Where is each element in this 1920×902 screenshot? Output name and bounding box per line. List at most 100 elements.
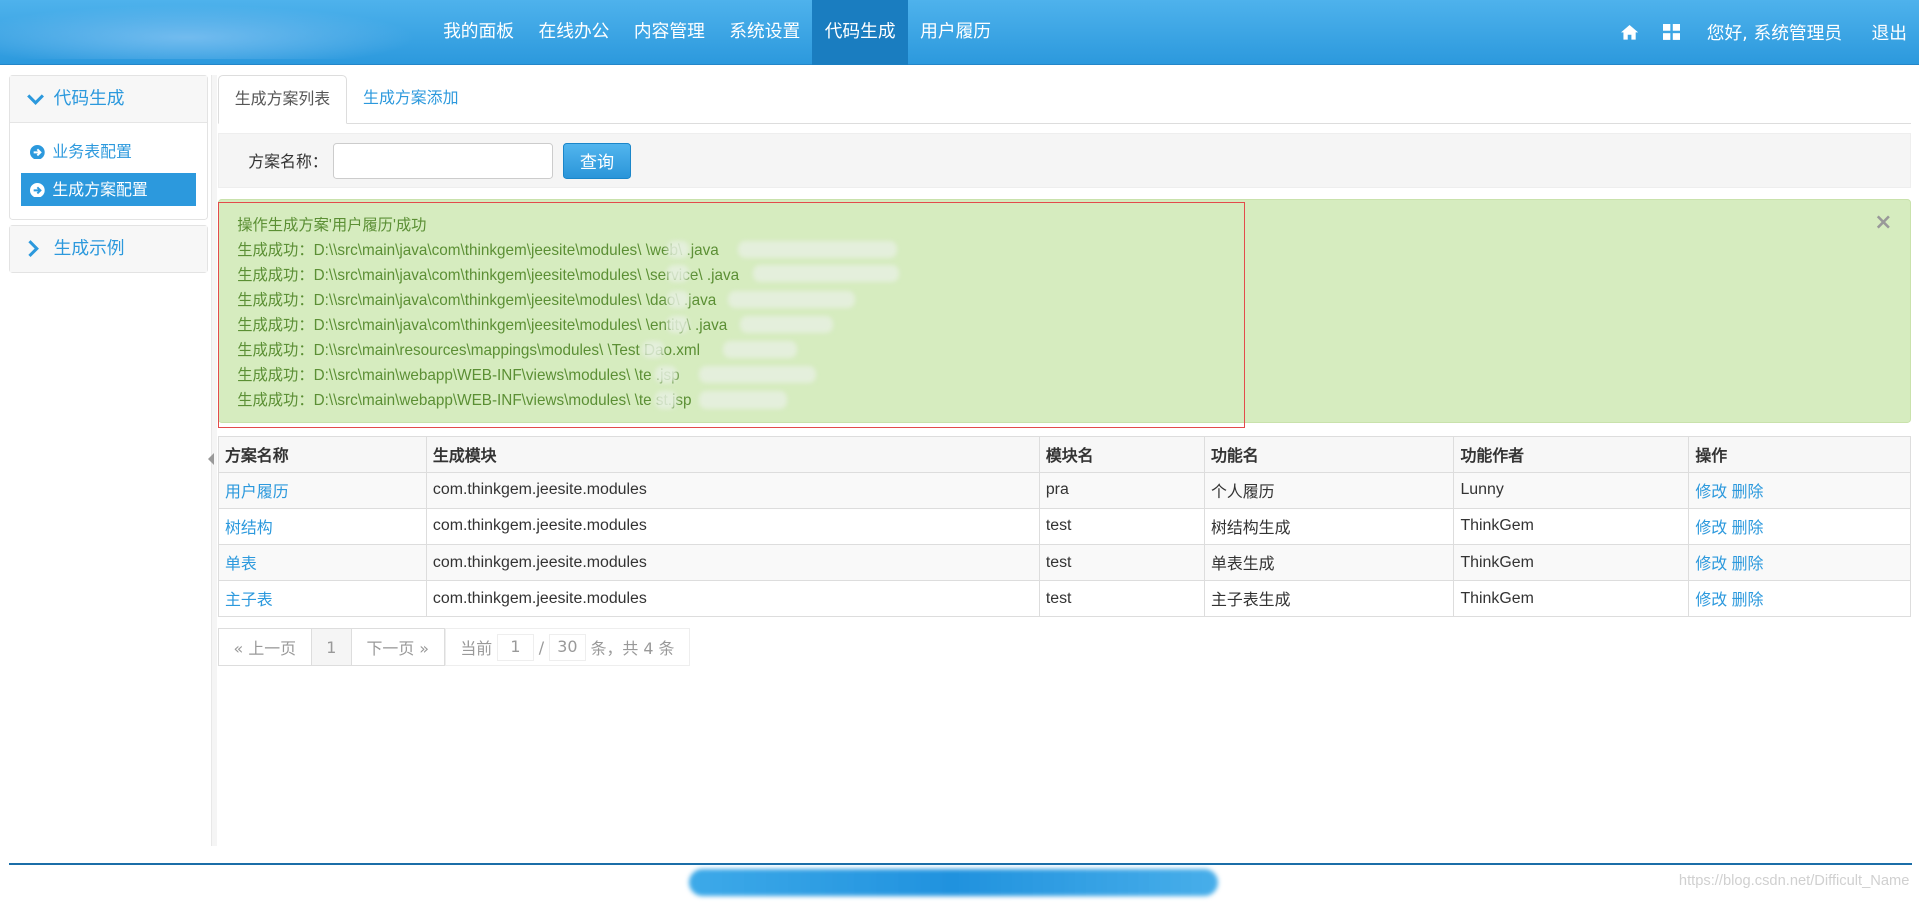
redaction-blur <box>728 291 856 309</box>
cell-function: 个人履历 <box>1203 471 1455 509</box>
sidebar-group-header[interactable]: 生成示例 <box>9 225 208 272</box>
cell-package: com.thinkgem.jeesite.modules <box>425 471 1040 509</box>
delete-link[interactable]: 删除 <box>1732 484 1764 501</box>
cell-function: 单表生成 <box>1203 543 1455 582</box>
table-header-row: 方案名称 生成模块 模块名 功能名 功能作者 操作 <box>217 435 1911 473</box>
alert-line: 生成成功：D:\\src\main\java\com\thinkgem\jees… <box>237 317 728 335</box>
table-row: 主子表 com.thinkgem.jeesite.modules test 主子… <box>217 580 1911 618</box>
column-header[interactable]: 模块名 <box>1038 435 1205 473</box>
cell-actions: 修改 删除 <box>1688 580 1911 618</box>
tab-scheme-add[interactable]: 生成方案添加 <box>347 75 474 124</box>
page-number[interactable]: 1 <box>310 628 353 667</box>
cell-name: 用户履历 <box>217 471 427 509</box>
page-size-input[interactable]: 30 <box>548 633 586 661</box>
grid-icon[interactable] <box>1650 0 1692 65</box>
edit-link[interactable]: 修改 <box>1695 520 1727 537</box>
cell-function: 主子表生成 <box>1203 580 1455 618</box>
menu-office[interactable]: 在线办公 <box>526 0 621 65</box>
close-icon[interactable]: × <box>1874 210 1892 235</box>
cell-package: com.thinkgem.jeesite.modules <box>425 543 1040 582</box>
main-content: 生成方案列表 生成方案添加 方案名称： 查询 操作生成方案'用户履历'成功 生成… <box>217 74 1911 667</box>
sidebar-group-title: 生成示例 <box>53 238 125 259</box>
column-header[interactable]: 方案名称 <box>217 435 427 473</box>
scheme-name-link[interactable]: 主子表 <box>225 592 273 609</box>
search-button[interactable]: 查询 <box>562 142 632 180</box>
redaction-blur <box>654 391 677 409</box>
main-menu: 我的面板 在线办公 内容管理 系统设置 代码生成 用户履历 <box>431 0 1003 65</box>
menu-content[interactable]: 内容管理 <box>622 0 717 65</box>
cell-actions: 修改 删除 <box>1688 543 1911 582</box>
sidebar-group-examples: 生成示例 <box>8 224 209 273</box>
cell-actions: 修改 删除 <box>1688 471 1911 509</box>
table-row: 单表 com.thinkgem.jeesite.modules test 单表生… <box>217 543 1911 582</box>
redaction-blur <box>698 365 817 383</box>
delete-link[interactable]: 删除 <box>1732 520 1764 537</box>
redaction-blur <box>666 291 689 309</box>
column-header[interactable]: 功能作者 <box>1453 435 1690 473</box>
cell-module: test <box>1038 543 1205 582</box>
cell-author: ThinkGem <box>1453 580 1690 618</box>
cell-module: pra <box>1038 471 1205 509</box>
alert-line: 生成成功：D:\\src\main\java\com\thinkgem\jees… <box>237 241 719 259</box>
scheme-table: 方案名称 生成模块 模块名 功能名 功能作者 操作 用户履历 com.think… <box>217 435 1911 618</box>
cell-module: test <box>1038 580 1205 618</box>
current-page-input[interactable]: 1 <box>497 633 534 661</box>
menu-system-settings[interactable]: 系统设置 <box>717 0 812 65</box>
sidebar: 代码生成 业务表配置 生成方案配置 生成示例 <box>8 74 209 278</box>
redaction-blur <box>642 341 665 359</box>
collapse-arrow-icon[interactable] <box>208 452 215 465</box>
cell-package: com.thinkgem.jeesite.modules <box>425 580 1040 618</box>
logout-link[interactable]: 退出 <box>1857 19 1919 45</box>
sidebar-item-label: 生成方案配置 <box>52 180 148 200</box>
page-separator: / <box>538 637 545 657</box>
tab-scheme-list[interactable]: 生成方案列表 <box>217 74 348 124</box>
edit-link[interactable]: 修改 <box>1695 556 1727 573</box>
table-row: 树结构 com.thinkgem.jeesite.modules test 树结… <box>217 507 1911 545</box>
cell-author: ThinkGem <box>1453 543 1690 582</box>
home-icon[interactable] <box>1609 0 1651 65</box>
menu-code-generation[interactable]: 代码生成 <box>812 0 908 65</box>
cell-name: 主子表 <box>217 580 427 618</box>
footer-redacted <box>689 869 1218 896</box>
footer-divider <box>8 862 1912 866</box>
sidebar-item-business-table[interactable]: 业务表配置 <box>21 135 196 168</box>
redaction-blur <box>698 391 787 409</box>
edit-link[interactable]: 修改 <box>1695 592 1727 609</box>
menu-dashboard[interactable]: 我的面板 <box>431 0 526 65</box>
redaction-blur <box>752 265 900 283</box>
column-header[interactable]: 生成模块 <box>425 435 1040 473</box>
delete-link[interactable]: 删除 <box>1732 556 1764 573</box>
arrow-circle-icon <box>30 144 46 160</box>
column-header[interactable]: 操作 <box>1688 435 1911 473</box>
sidebar-item-scheme-config[interactable]: 生成方案配置 <box>20 173 197 207</box>
current-label: 当前 <box>460 638 493 658</box>
scheme-name-link[interactable]: 单表 <box>225 556 257 573</box>
column-header[interactable]: 功能名 <box>1203 435 1455 473</box>
menu-user-resume[interactable]: 用户履历 <box>908 0 1003 65</box>
cell-actions: 修改 删除 <box>1688 507 1911 545</box>
edit-link[interactable]: 修改 <box>1695 484 1727 501</box>
cell-name: 单表 <box>217 543 427 582</box>
logo-blurred <box>0 4 417 59</box>
sidebar-group-title: 代码生成 <box>53 88 125 109</box>
navbar-right: 您好, 系统管理员 退出 <box>1609 0 1919 65</box>
delete-link[interactable]: 删除 <box>1732 592 1764 609</box>
prev-page-button[interactable]: « 上一页 <box>217 628 312 667</box>
search-form: 方案名称： 查询 <box>217 133 1911 189</box>
redaction-blur <box>666 315 689 333</box>
cell-module: test <box>1038 507 1205 545</box>
scheme-name-input[interactable] <box>332 142 553 180</box>
cell-name: 树结构 <box>217 507 427 545</box>
watermark: https://blog.csdn.net/Difficult_Name <box>1678 872 1910 889</box>
next-page-button[interactable]: 下一页 » <box>350 628 445 667</box>
redaction-blur <box>666 240 689 258</box>
top-navbar: 我的面板 在线办公 内容管理 系统设置 代码生成 用户履历 您好, 系统管理员 … <box>0 0 1920 65</box>
total-count: 条，共 4 条 <box>590 638 675 658</box>
alert-line: 操作生成方案'用户履历'成功 <box>237 216 427 234</box>
scheme-name-link[interactable]: 用户履历 <box>225 484 289 501</box>
scheme-name-link[interactable]: 树结构 <box>225 520 273 537</box>
page-info: 当前 1 / 30 条，共 4 条 <box>444 628 691 667</box>
sidebar-group-header[interactable]: 代码生成 <box>9 75 208 123</box>
sidebar-group-body: 业务表配置 生成方案配置 <box>9 122 208 218</box>
user-greeting[interactable]: 您好, 系统管理员 <box>1692 19 1857 45</box>
